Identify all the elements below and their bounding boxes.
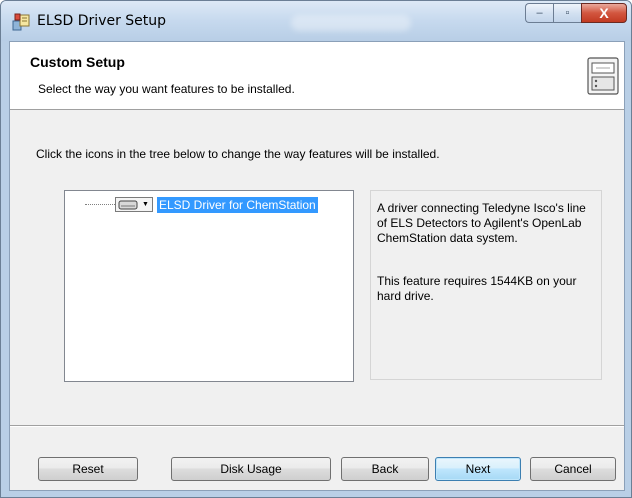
title-bar-glow (291, 15, 411, 31)
dialog-body: Custom Setup Select the way you want fea… (9, 41, 625, 491)
caption-buttons: – ▫ X (525, 3, 627, 25)
hard-drive-icon (118, 200, 138, 209)
minimize-button[interactable]: – (525, 3, 553, 23)
maximize-button[interactable]: ▫ (553, 3, 581, 23)
page-title: Custom Setup (30, 54, 125, 70)
disk-usage-button[interactable]: Disk Usage (171, 457, 331, 481)
next-button[interactable]: Next (435, 457, 521, 481)
feature-description-panel: A driver connecting Teledyne Isco's line… (370, 190, 602, 380)
feature-description: A driver connecting Teledyne Isco's line… (377, 201, 586, 245)
page-subtitle: Select the way you want features to be i… (38, 82, 295, 96)
cancel-button[interactable]: Cancel (530, 457, 616, 481)
back-button[interactable]: Back (341, 457, 429, 481)
close-button[interactable]: X (581, 3, 627, 23)
maximize-icon: ▫ (565, 7, 570, 19)
header-banner: Custom Setup Select the way you want fea… (10, 42, 624, 110)
close-icon: X (599, 5, 609, 21)
feature-space-requirement: This feature requires 1544KB on your har… (377, 274, 577, 303)
tree-item-elsd-driver[interactable]: ELSD Driver for ChemStation (157, 197, 318, 213)
feature-tree[interactable]: ▼ ELSD Driver for ChemStation (64, 190, 354, 382)
chevron-down-icon: ▼ (142, 201, 149, 208)
feature-state-dropdown[interactable]: ▼ (115, 197, 153, 212)
reset-button[interactable]: Reset (38, 457, 138, 481)
minimize-icon: – (536, 7, 543, 19)
installer-icon (12, 13, 30, 31)
detector-device-icon (587, 57, 619, 95)
title-bar[interactable]: ELSD Driver Setup – ▫ X (1, 1, 631, 41)
button-separator-highlight (10, 426, 624, 427)
window-title: ELSD Driver Setup (37, 13, 167, 29)
instructions-text: Click the icons in the tree below to cha… (36, 147, 440, 161)
setup-window: ELSD Driver Setup – ▫ X Custom Setup Sel… (0, 0, 632, 498)
